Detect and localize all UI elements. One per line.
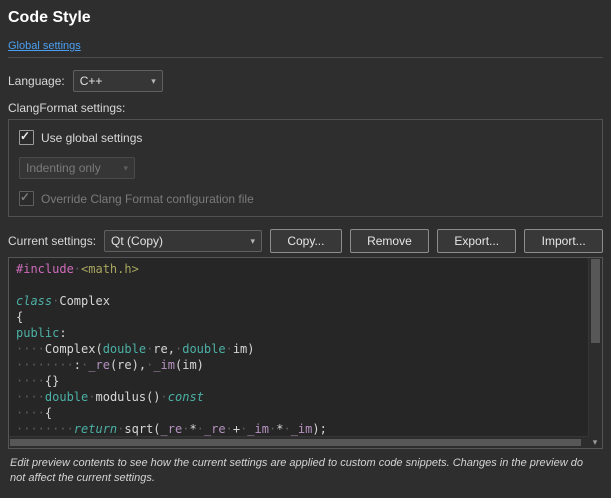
code-line <box>16 277 588 293</box>
chevron-down-icon: ▾ <box>123 164 128 173</box>
vertical-scrollbar-thumb[interactable] <box>591 259 600 343</box>
copy-button[interactable]: Copy... <box>270 229 342 253</box>
code-line: ····Complex(double·re,·double·im) <box>16 341 588 357</box>
use-global-settings-checkbox[interactable]: ✓ Use global settings <box>19 130 592 145</box>
chevron-down-icon: ▾ <box>251 237 256 246</box>
code-line: ····{ <box>16 405 588 421</box>
global-settings-link[interactable]: Global settings <box>8 40 81 53</box>
check-icon: ✓ <box>20 190 30 204</box>
code-line: ········:·_re(re),·_im(im) <box>16 357 588 373</box>
code-style-page: Code Style Global settings Language: C++… <box>0 0 611 486</box>
code-line: ········return·sqrt(_re·*·_re·+·_im·*·_i… <box>16 421 588 436</box>
indenting-mode-select: Indenting only ▾ <box>19 157 135 179</box>
language-select[interactable]: C++ ▾ <box>73 70 163 92</box>
scrollbar-corner: ▾ <box>588 436 602 448</box>
export-button[interactable]: Export... <box>437 229 516 253</box>
code-line: #include·<math.h> <box>16 261 588 277</box>
clangformat-groupbox: ✓ Use global settings Indenting only ▾ ✓… <box>8 119 603 217</box>
horizontal-scrollbar-thumb[interactable] <box>10 439 581 446</box>
page-title: Code Style <box>8 10 603 26</box>
preview-hint-note: Edit preview contents to see how the cur… <box>8 456 603 486</box>
current-settings-row: Current settings: Qt (Copy) ▾ Copy... Re… <box>8 229 603 253</box>
import-button[interactable]: Import... <box>524 229 603 253</box>
language-label: Language: <box>8 74 65 88</box>
code-preview-editor[interactable]: #include·<math.h> class·Complex{public:·… <box>8 257 603 449</box>
current-settings-value: Qt (Copy) <box>111 234 163 248</box>
language-row: Language: C++ ▾ <box>8 70 603 92</box>
indenting-mode-value: Indenting only <box>26 161 101 175</box>
override-config-checkbox: ✓ Override Clang Format configuration fi… <box>19 191 592 206</box>
separator <box>8 57 603 58</box>
language-value: C++ <box>80 74 103 88</box>
override-config-label: Override Clang Format configuration file <box>41 192 254 206</box>
code-line: { <box>16 309 588 325</box>
check-icon: ✓ <box>20 129 30 143</box>
checkbox-icon[interactable]: ✓ <box>19 130 34 145</box>
use-global-settings-label: Use global settings <box>41 131 142 145</box>
code-line: ····double·modulus()·const <box>16 389 588 405</box>
code-line: ····{} <box>16 373 588 389</box>
code-line: class·Complex <box>16 293 588 309</box>
current-settings-select[interactable]: Qt (Copy) ▾ <box>104 230 262 252</box>
code-line: public: <box>16 325 588 341</box>
code-lines[interactable]: #include·<math.h> class·Complex{public:·… <box>9 258 588 436</box>
horizontal-scrollbar[interactable] <box>9 436 588 448</box>
vertical-scrollbar[interactable] <box>588 258 602 436</box>
checkbox-icon: ✓ <box>19 191 34 206</box>
current-settings-label: Current settings: <box>8 234 96 248</box>
chevron-down-icon: ▾ <box>151 77 156 86</box>
remove-button[interactable]: Remove <box>350 229 429 253</box>
scroll-down-arrow-icon[interactable]: ▾ <box>588 436 602 448</box>
clangformat-settings-label: ClangFormat settings: <box>8 101 603 115</box>
